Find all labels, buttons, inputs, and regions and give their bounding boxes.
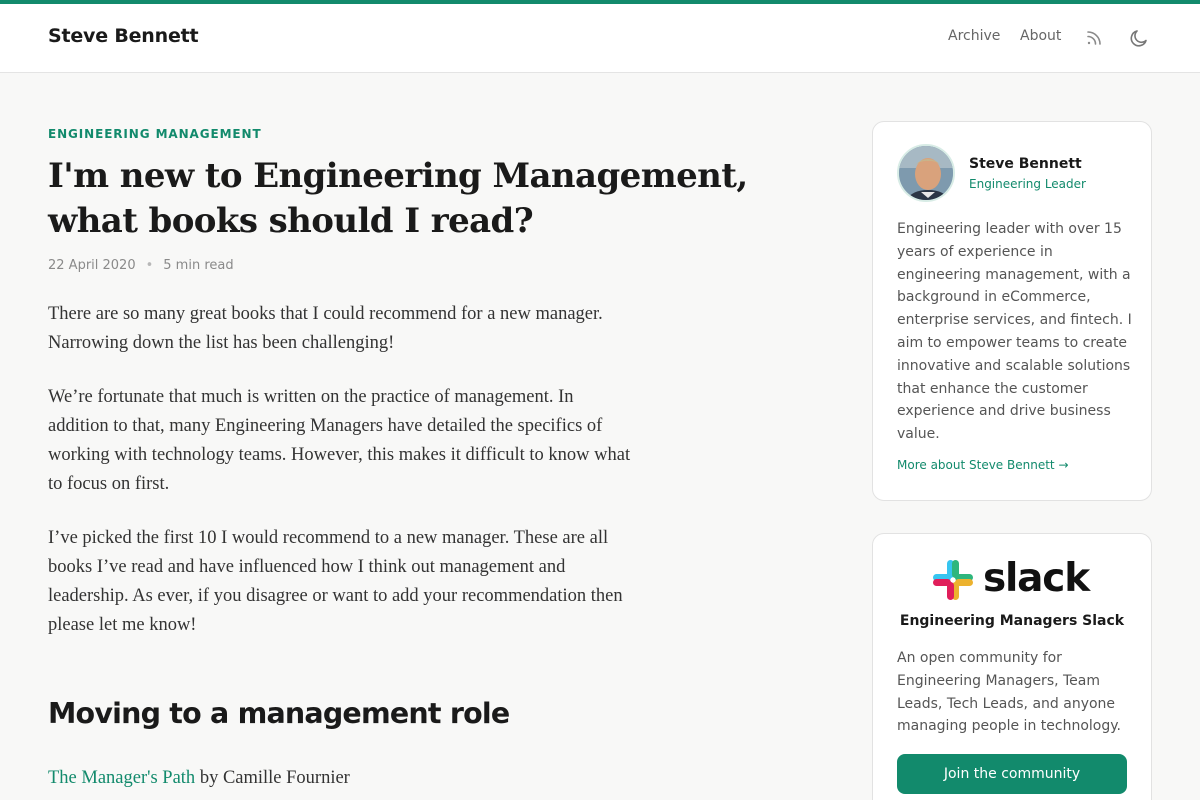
author-card: Steve Bennett Engineering Leader Enginee…	[872, 121, 1152, 501]
join-community-button[interactable]: Join the community	[897, 754, 1127, 794]
article-read-time: 5 min read	[163, 258, 234, 273]
site-header: Steve Bennett Archive About	[0, 4, 1200, 73]
site-title-link[interactable]: Steve Bennett	[48, 25, 199, 47]
avatar	[897, 144, 955, 202]
author-name: Steve Bennett	[969, 156, 1082, 172]
slack-hash-icon	[933, 560, 973, 600]
book-byline: by Camille Fournier	[195, 768, 350, 788]
moon-icon[interactable]	[1127, 26, 1151, 50]
section-heading: Moving to a management role	[48, 697, 510, 730]
slack-card-title: Engineering Managers Slack	[899, 613, 1125, 629]
meta-separator: •	[145, 258, 154, 273]
book-title-link[interactable]: The Manager's Path	[48, 768, 195, 788]
article-category[interactable]: ENGINEERING MANAGEMENT	[48, 127, 262, 141]
article-date: 22 April 2020	[48, 258, 136, 273]
author-bio: Engineering leader with over 15 years of…	[897, 221, 1132, 443]
slack-card-description: An open community for Engineering Manage…	[897, 650, 1121, 735]
article-title: I'm new to Engineering Management, what …	[48, 156, 748, 241]
article-paragraph: We’re fortunate that much is written on …	[48, 387, 631, 494]
slack-card: slack Engineering Managers Slack An open…	[872, 533, 1152, 800]
rss-icon[interactable]	[1082, 26, 1106, 50]
more-about-author-link[interactable]: More about Steve Bennett →	[897, 458, 1069, 472]
author-role: Engineering Leader	[969, 177, 1086, 191]
article-meta: 22 April 2020 • 5 min read	[48, 258, 234, 273]
nav-about-link[interactable]: About	[1020, 28, 1061, 44]
article-paragraph: I’ve picked the first 10 I would recomme…	[48, 528, 623, 635]
book-entry: The Manager's Path by Camille Fournier	[48, 768, 350, 789]
slack-wordmark: slack	[983, 556, 1090, 601]
article-paragraph: There are so many great books that I cou…	[48, 304, 603, 353]
nav-archive-link[interactable]: Archive	[948, 28, 1000, 44]
slack-logo[interactable]: slack	[931, 556, 1095, 602]
